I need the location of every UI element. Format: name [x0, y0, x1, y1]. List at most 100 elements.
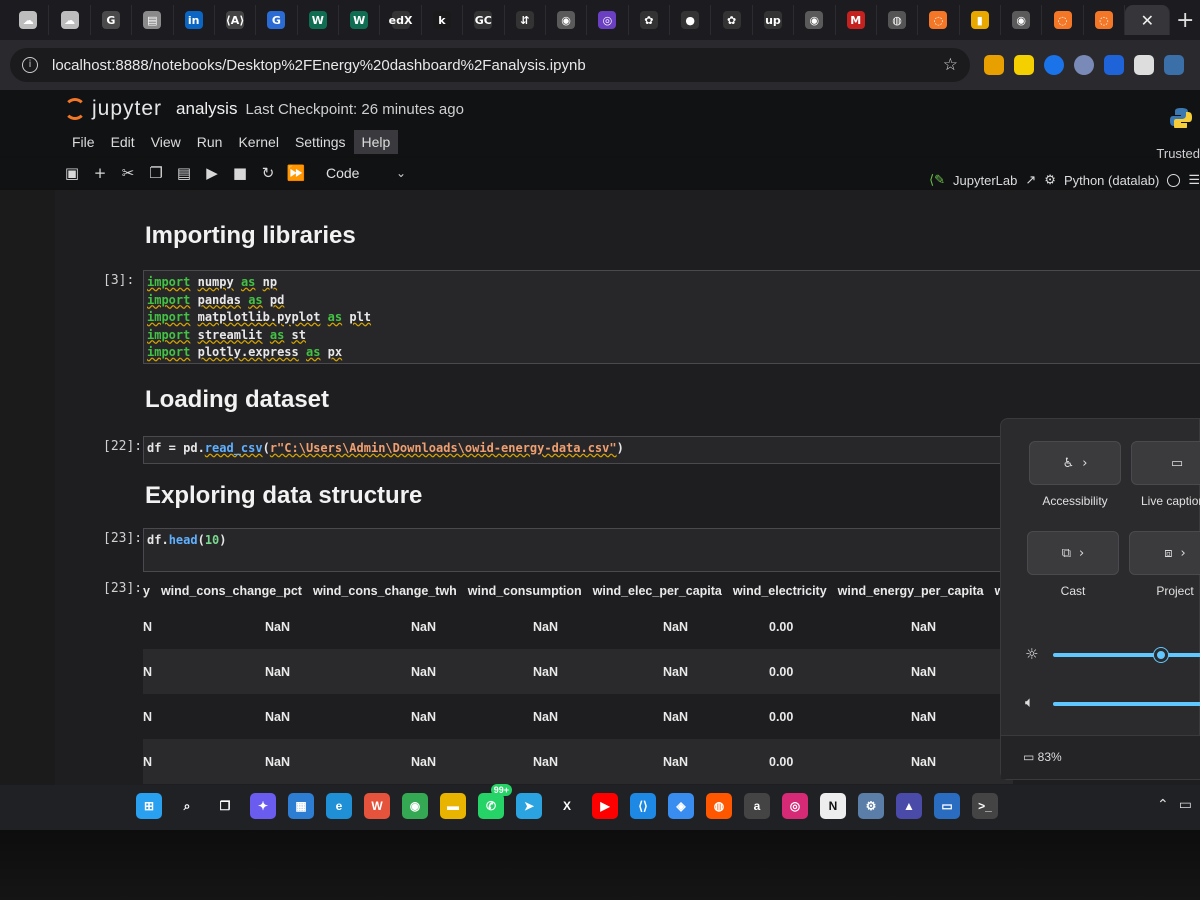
- menu-item-kernel[interactable]: Kernel: [230, 130, 286, 154]
- run-icon[interactable]: ▶: [198, 164, 226, 182]
- cast-button[interactable]: ⧉ ›: [1027, 531, 1119, 575]
- browser-tab[interactable]: ◉: [1001, 5, 1043, 35]
- monitor-icon[interactable]: ▭: [934, 793, 960, 819]
- browser-tab[interactable]: ◌: [1084, 5, 1126, 35]
- store-icon[interactable]: ▦: [288, 793, 314, 819]
- telegram-icon[interactable]: ➤: [516, 793, 542, 819]
- volume-slider[interactable]: [1053, 702, 1200, 706]
- copy-icon[interactable]: ❐: [142, 164, 170, 182]
- menu-lines-icon[interactable]: ☰: [1188, 172, 1200, 188]
- menu-item-help[interactable]: Help: [353, 130, 399, 154]
- vscode-icon[interactable]: ⟨⟩: [630, 793, 656, 819]
- extension-icon[interactable]: [1104, 55, 1124, 75]
- notion-icon[interactable]: N: [820, 793, 846, 819]
- extensions-puzzle-icon[interactable]: [1134, 55, 1154, 75]
- browser-tab[interactable]: ✿: [629, 5, 670, 35]
- kernel-name[interactable]: Python (datalab): [1064, 173, 1159, 188]
- battery-status[interactable]: ▭ 83%: [1023, 750, 1062, 764]
- omnibox[interactable]: i localhost:8888/notebooks/Desktop%2FEne…: [10, 48, 970, 82]
- folder-icon[interactable]: ▬: [440, 793, 466, 819]
- fast-forward-icon[interactable]: ⏩: [282, 164, 310, 182]
- gear-icon[interactable]: ⚙: [1044, 172, 1056, 188]
- youtube-icon[interactable]: ▶: [592, 793, 618, 819]
- cut-icon[interactable]: ✂: [114, 164, 142, 182]
- browser-tab[interactable]: ◌: [918, 5, 960, 35]
- menu-item-settings[interactable]: Settings: [287, 130, 354, 154]
- jupyterlab-link[interactable]: JupyterLab: [953, 173, 1017, 188]
- code-cell-head[interactable]: df.head(10): [143, 528, 1013, 572]
- accessibility-button[interactable]: ♿ ›: [1029, 441, 1121, 485]
- extension-icon[interactable]: [1044, 55, 1064, 75]
- active-browser-tab[interactable]: ✕: [1125, 5, 1171, 35]
- browser-tab[interactable]: W: [298, 5, 339, 35]
- settings-icon[interactable]: ⚙: [858, 793, 884, 819]
- browser-tab[interactable]: ⟨A⟩: [215, 5, 257, 35]
- cell-type-select[interactable]: Code: [326, 165, 396, 181]
- url-text[interactable]: localhost:8888/notebooks/Desktop%2FEnerg…: [52, 57, 943, 74]
- chevron-up-icon[interactable]: ⌃: [1157, 797, 1169, 813]
- browser-tab[interactable]: ☁: [49, 5, 91, 35]
- browser-tab[interactable]: G: [91, 5, 133, 35]
- chevron-down-icon[interactable]: ⌄: [396, 166, 406, 180]
- stop-icon[interactable]: ■: [226, 164, 254, 182]
- browser-tab[interactable]: ◉: [794, 5, 836, 35]
- new-tab-button[interactable]: +: [1170, 8, 1200, 33]
- brightness-slider[interactable]: [1053, 653, 1200, 657]
- browser-tab[interactable]: up: [753, 5, 795, 35]
- amazon-icon[interactable]: a: [744, 793, 770, 819]
- code-cell-imports[interactable]: import numpy as np import pandas as pd imp…: [143, 270, 1200, 364]
- extension-icon[interactable]: [1074, 55, 1094, 75]
- browser-tab[interactable]: ⇵: [505, 5, 546, 35]
- close-tab-icon[interactable]: ✕: [1141, 11, 1154, 30]
- menu-item-file[interactable]: File: [64, 130, 103, 154]
- browser-tab[interactable]: ▮: [960, 5, 1001, 35]
- browser-tab[interactable]: k: [422, 5, 464, 35]
- browser-tab[interactable]: ◌: [1042, 5, 1084, 35]
- browser-tab[interactable]: ◉: [546, 5, 588, 35]
- terminal-icon[interactable]: >_: [972, 793, 998, 819]
- browser-tab[interactable]: ◍: [877, 5, 919, 35]
- browser-tab[interactable]: ☁: [8, 5, 50, 35]
- brightness-slider-thumb[interactable]: [1154, 648, 1168, 662]
- bookmark-star-icon[interactable]: ☆: [943, 55, 958, 75]
- browser-tab[interactable]: edX: [380, 5, 422, 35]
- browser-tab[interactable]: ◎: [587, 5, 629, 35]
- python-icon[interactable]: [1164, 55, 1184, 75]
- paste-icon[interactable]: ▤: [170, 164, 198, 182]
- search-icon[interactable]: ⌕: [174, 793, 200, 819]
- whatsapp-icon[interactable]: ✆ 99+: [478, 784, 512, 819]
- restart-icon[interactable]: ↻: [254, 164, 282, 182]
- browser-tab[interactable]: G: [256, 5, 298, 35]
- site-info-icon[interactable]: i: [22, 57, 38, 73]
- copilot-icon[interactable]: ✦: [250, 793, 276, 819]
- wps-icon[interactable]: W: [364, 793, 390, 819]
- app-icon[interactable]: ▲: [896, 793, 922, 819]
- tray-device-icon[interactable]: ▭: [1179, 797, 1192, 813]
- chrome-icon[interactable]: ◉: [402, 793, 428, 819]
- live-captions-button[interactable]: ▭: [1131, 441, 1200, 485]
- menu-item-view[interactable]: View: [143, 130, 189, 154]
- app-icon[interactable]: ◈: [668, 793, 694, 819]
- reddit-icon[interactable]: ◍: [706, 793, 732, 819]
- code-cell-load[interactable]: df = pd.read_csv(r"C:\Users\Admin\Downlo…: [143, 436, 1013, 464]
- browser-tab[interactable]: ✿: [711, 5, 753, 35]
- windows-start-icon[interactable]: ⊞: [136, 793, 162, 819]
- task-view-icon[interactable]: ❐: [212, 793, 238, 819]
- external-link-icon[interactable]: ↗: [1025, 172, 1036, 188]
- browser-tab[interactable]: in: [174, 5, 215, 35]
- menu-item-edit[interactable]: Edit: [103, 130, 143, 154]
- instagram-icon[interactable]: ◎: [782, 793, 808, 819]
- browser-tab[interactable]: M: [836, 5, 877, 35]
- save-icon[interactable]: ▣: [58, 164, 86, 182]
- browser-tab[interactable]: W: [339, 5, 381, 35]
- x-icon[interactable]: X: [554, 793, 580, 819]
- project-button[interactable]: ⧈ ›: [1129, 531, 1200, 575]
- browser-tab[interactable]: ▤: [132, 5, 174, 35]
- browser-tab[interactable]: ●: [670, 5, 712, 35]
- extension-icon[interactable]: [1014, 55, 1034, 75]
- browser-tab[interactable]: GC: [463, 5, 505, 35]
- menu-item-run[interactable]: Run: [189, 130, 231, 154]
- notebook-name[interactable]: analysis: [176, 99, 237, 119]
- add-cell-icon[interactable]: +: [86, 164, 114, 182]
- extension-icon[interactable]: [984, 55, 1004, 75]
